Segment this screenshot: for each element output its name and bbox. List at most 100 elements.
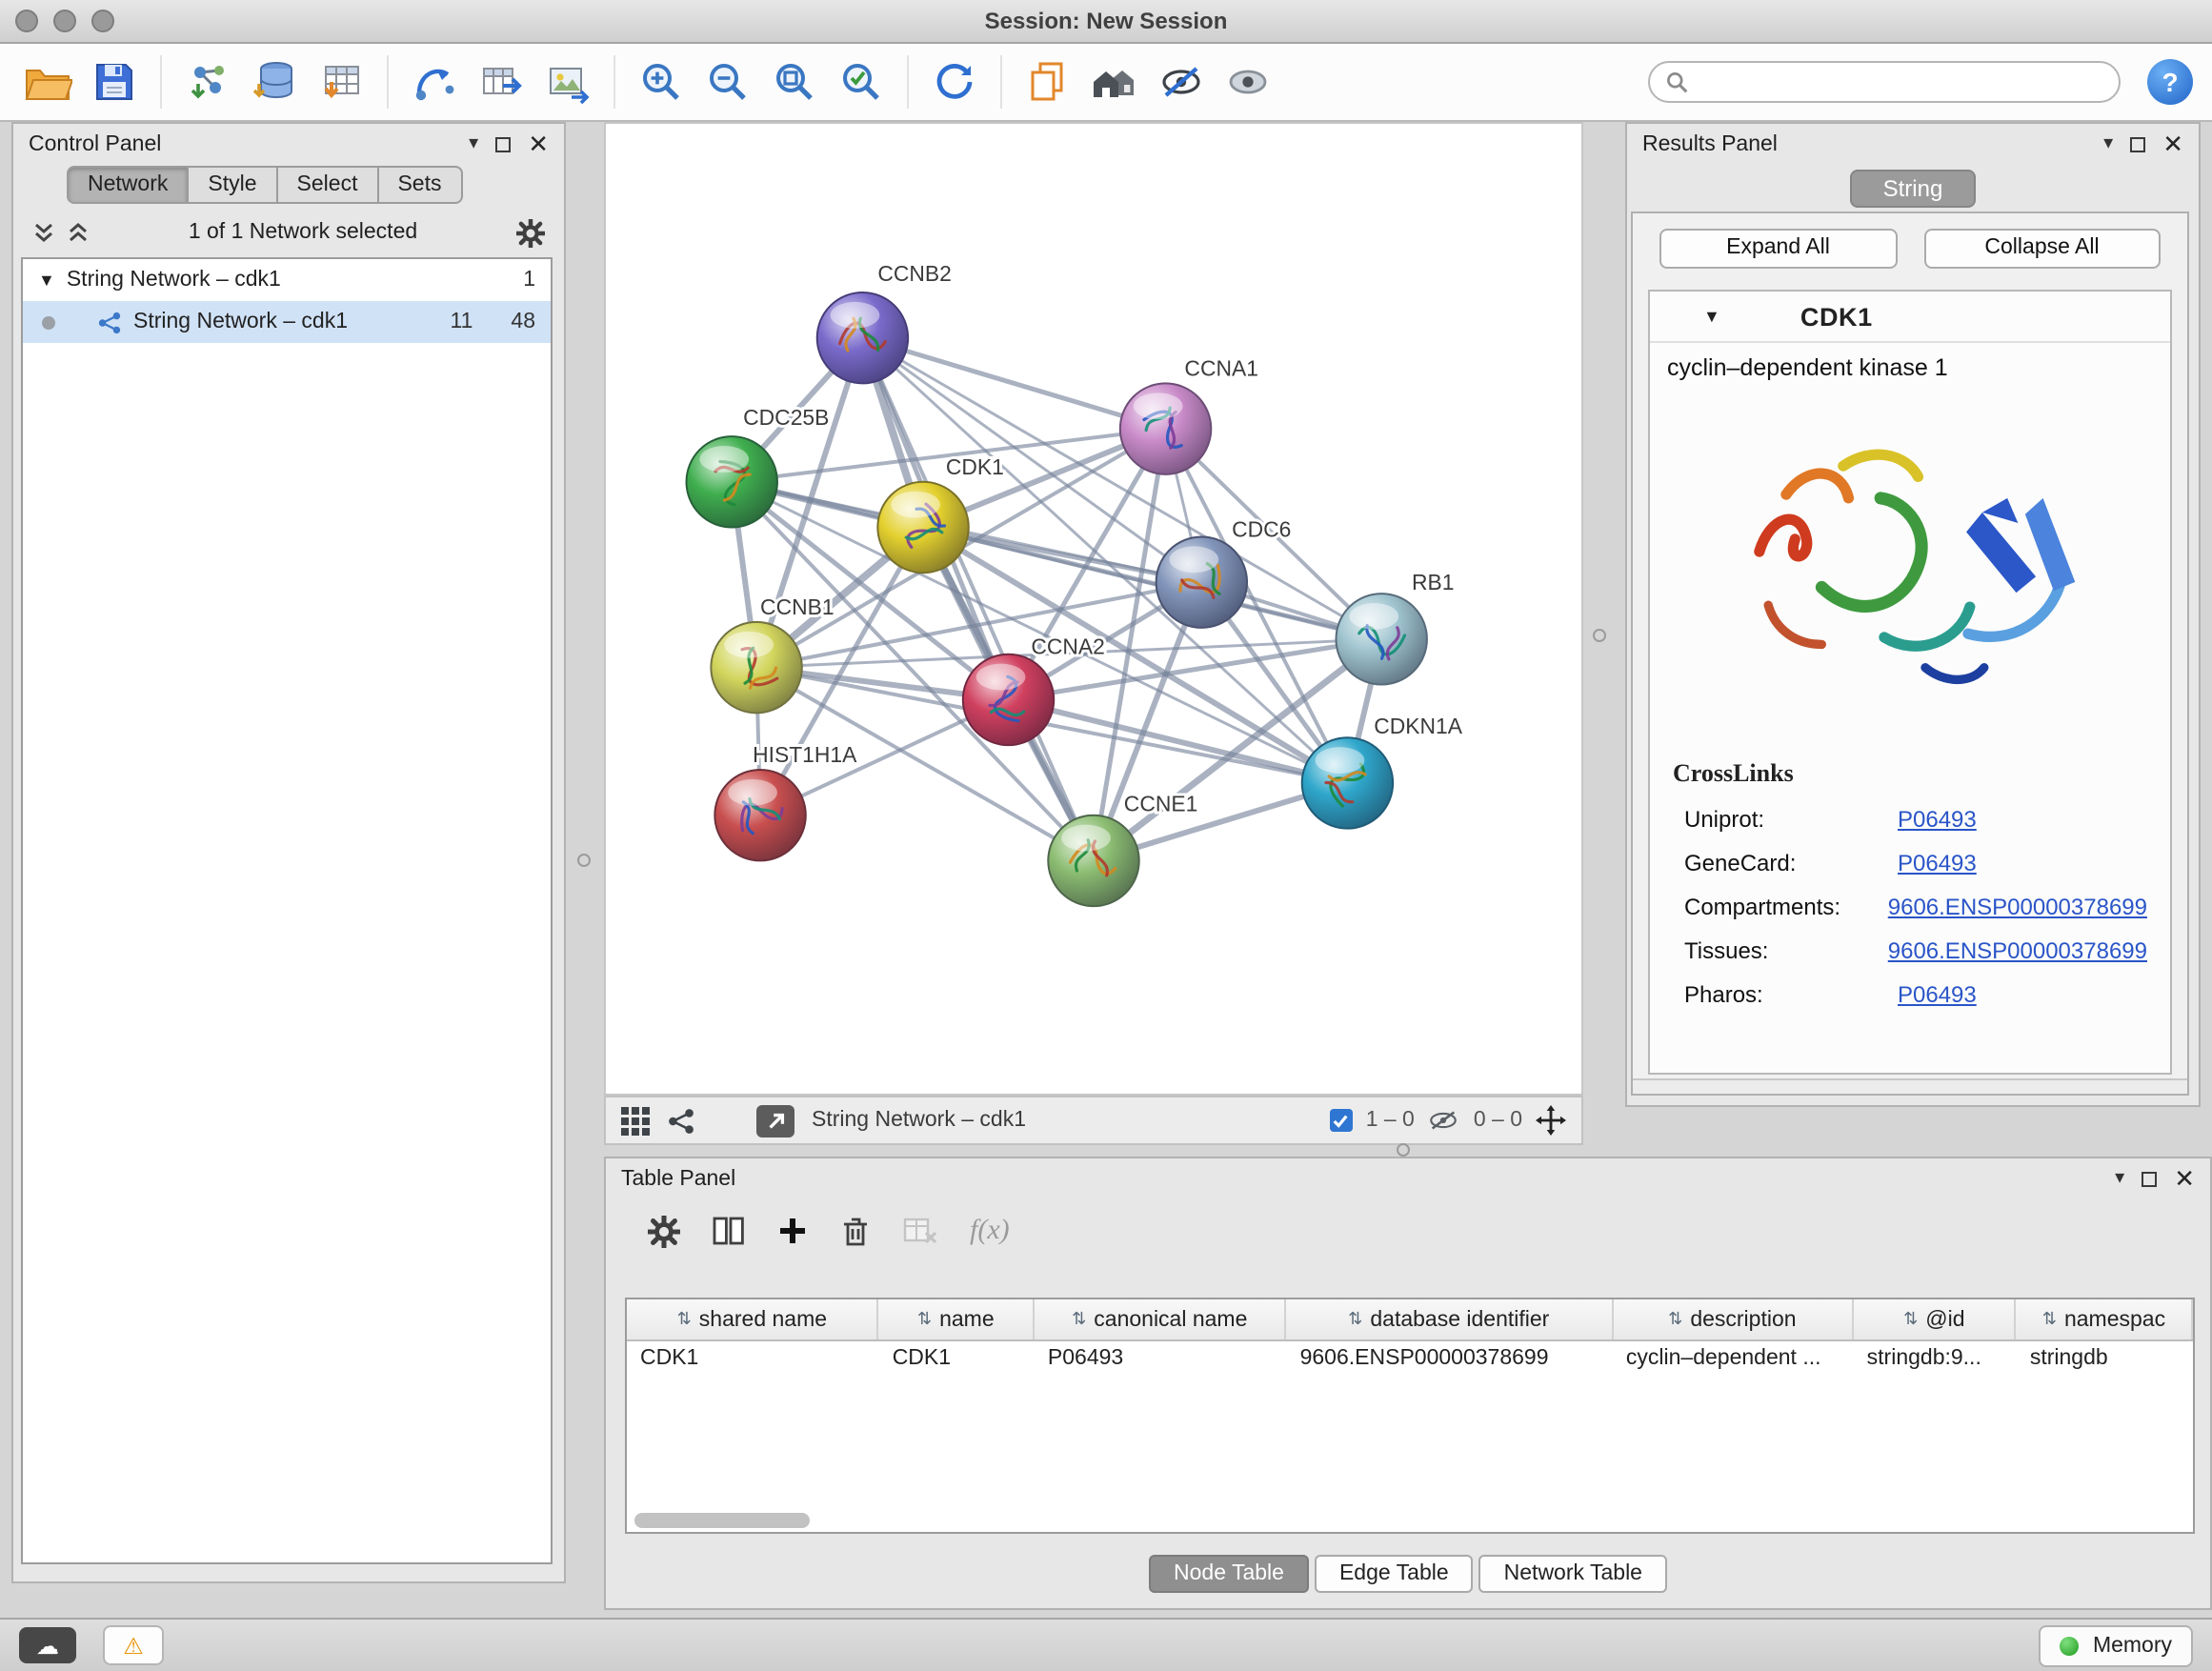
table-cell[interactable]: 9606.ENSP00000378699: [1287, 1341, 1613, 1379]
export-table-button[interactable]: [473, 53, 530, 111]
import-table-file-button[interactable]: [312, 53, 370, 111]
open-session-button[interactable]: [19, 53, 76, 111]
crosslink-value-link[interactable]: 9606.ENSP00000378699: [1888, 894, 2147, 920]
network-node-CCNB2[interactable]: [817, 292, 908, 383]
table-cell[interactable]: CDK1: [879, 1341, 1035, 1379]
tab-string[interactable]: String: [1851, 170, 1976, 208]
tab-select[interactable]: Select: [276, 166, 379, 204]
tab-network[interactable]: Network: [67, 166, 189, 204]
network-edge-CCNB2-CCNE1[interactable]: [862, 338, 1094, 861]
network-node-CDC25B[interactable]: [687, 436, 777, 527]
close-panel-icon[interactable]: ✕: [2174, 1166, 2195, 1191]
network-node-CCNE1[interactable]: [1048, 815, 1138, 906]
network-node-CCNB1[interactable]: [711, 622, 801, 713]
table-cell[interactable]: CDK1: [627, 1341, 879, 1379]
network-view-canvas[interactable]: CCNB2CCNA1CDC25BCDK1CDC6RB1CCNB1CCNA2CDK…: [604, 122, 1583, 1096]
zoom-fit-button[interactable]: [766, 53, 823, 111]
selected-checkbox-icon[interactable]: [1330, 1109, 1353, 1132]
column-header-shared-name[interactable]: ⇅shared name: [627, 1299, 879, 1339]
table-row[interactable]: CDK1CDK1P064939606.ENSP00000378699cyclin…: [627, 1341, 2193, 1379]
graphics-details-button[interactable]: [1019, 53, 1076, 111]
apply-layout-button[interactable]: [926, 53, 983, 111]
collapse-panel-icon[interactable]: ▾: [469, 134, 478, 153]
float-panel-icon[interactable]: [2130, 136, 2145, 151]
scrollbar-thumb[interactable]: [634, 1513, 810, 1528]
crosslink-value-link[interactable]: P06493: [1898, 850, 1977, 876]
network-node-RB1[interactable]: [1337, 594, 1427, 684]
search-field[interactable]: [1648, 61, 2121, 103]
network-row[interactable]: String Network – cdk1 11 48: [23, 301, 551, 343]
close-window-button[interactable]: [15, 10, 38, 32]
float-panel-icon[interactable]: [495, 136, 511, 151]
delete-column-icon[interactable]: [840, 1215, 871, 1247]
tab-sets[interactable]: Sets: [376, 166, 462, 204]
column-header-database-identifier[interactable]: ⇅database identifier: [1287, 1299, 1613, 1339]
hide-selected-button[interactable]: [1153, 53, 1210, 111]
search-input[interactable]: [1698, 69, 2103, 95]
table-cell[interactable]: stringdb: [2017, 1341, 2193, 1379]
show-columns-icon[interactable]: [713, 1216, 745, 1246]
column-header-description[interactable]: ⇅description: [1613, 1299, 1854, 1339]
crosslink-value-link[interactable]: P06493: [1898, 981, 1977, 1008]
tab-style[interactable]: Style: [187, 166, 277, 204]
function-builder-button[interactable]: f(x): [970, 1215, 1010, 1247]
network-node-HIST1H1A[interactable]: [714, 770, 805, 860]
tab-network-table[interactable]: Network Table: [1479, 1555, 1667, 1593]
column-header-name[interactable]: ⇅name: [879, 1299, 1035, 1339]
zoom-selected-button[interactable]: [833, 53, 890, 111]
float-panel-icon[interactable]: [2142, 1171, 2157, 1186]
network-mode-icon[interactable]: [667, 1106, 695, 1135]
collection-expand-icon[interactable]: ▼: [38, 271, 55, 290]
import-network-database-button[interactable]: [246, 53, 303, 111]
minimize-window-button[interactable]: [53, 10, 76, 32]
column-header-namespac[interactable]: ⇅namespac: [2017, 1299, 2193, 1339]
show-all-button[interactable]: [1219, 53, 1277, 111]
new-network-from-selection-button[interactable]: [406, 53, 463, 111]
collapse-all-icon[interactable]: [32, 221, 55, 244]
table-cell[interactable]: stringdb:9...: [1854, 1341, 2017, 1379]
table-cell[interactable]: P06493: [1035, 1341, 1287, 1379]
column-header--id[interactable]: ⇅@id: [1854, 1299, 2017, 1339]
pan-crosshair-icon[interactable]: [1536, 1105, 1566, 1136]
close-panel-icon[interactable]: ✕: [528, 131, 549, 156]
detach-view-button[interactable]: [756, 1104, 794, 1137]
splitter-handle[interactable]: [1397, 1143, 1410, 1157]
splitter-handle[interactable]: [1593, 629, 1606, 642]
help-button[interactable]: ?: [2147, 59, 2193, 105]
splitter-handle[interactable]: [577, 854, 591, 867]
network-node-CDC6[interactable]: [1156, 536, 1247, 627]
table-settings-gear-icon[interactable]: [648, 1215, 680, 1247]
close-panel-icon[interactable]: ✕: [2162, 131, 2183, 156]
collapse-panel-icon[interactable]: ▾: [2103, 134, 2113, 153]
network-node-CCNA2[interactable]: [963, 654, 1054, 745]
expand-all-button[interactable]: Expand All: [1659, 229, 1897, 269]
table-cell[interactable]: cyclin–dependent ...: [1613, 1341, 1854, 1379]
title-bar[interactable]: Session: New Session: [0, 0, 2212, 44]
entry-collapse-icon[interactable]: ▼: [1703, 307, 1720, 326]
zoom-out-button[interactable]: [699, 53, 756, 111]
zoom-in-button[interactable]: [633, 53, 690, 111]
network-graph[interactable]: CCNB2CCNA1CDC25BCDK1CDC6RB1CCNB1CCNA2CDK…: [606, 124, 1581, 1094]
table-horizontal-scrollbar[interactable]: [634, 1513, 810, 1528]
cloud-button[interactable]: ☁: [19, 1627, 76, 1663]
zoom-window-button[interactable]: [91, 10, 114, 32]
grid-mode-icon[interactable]: [621, 1106, 650, 1135]
collapse-panel-icon[interactable]: ▾: [2115, 1169, 2124, 1188]
network-node-CCNA1[interactable]: [1120, 383, 1211, 473]
results-scrollbar[interactable]: [1633, 1078, 2187, 1094]
add-column-icon[interactable]: [777, 1216, 808, 1246]
network-edge-CCNB2-CCNA1[interactable]: [862, 338, 1165, 429]
collapse-all-button[interactable]: Collapse All: [1923, 229, 2161, 269]
network-node-CDKN1A[interactable]: [1302, 737, 1393, 828]
memory-button[interactable]: Memory: [2040, 1624, 2193, 1666]
crosslink-value-link[interactable]: P06493: [1898, 806, 1977, 833]
expand-all-icon[interactable]: [67, 221, 90, 244]
warnings-button[interactable]: ⚠: [103, 1625, 164, 1665]
collection-row[interactable]: ▼ String Network – cdk1 1: [23, 259, 551, 301]
column-header-canonical-name[interactable]: ⇅canonical name: [1035, 1299, 1287, 1339]
import-network-file-button[interactable]: [179, 53, 236, 111]
save-session-button[interactable]: [86, 53, 143, 111]
first-neighbors-button[interactable]: [1086, 53, 1143, 111]
network-node-CDK1[interactable]: [877, 482, 968, 573]
crosslink-value-link[interactable]: 9606.ENSP00000378699: [1888, 937, 2147, 964]
